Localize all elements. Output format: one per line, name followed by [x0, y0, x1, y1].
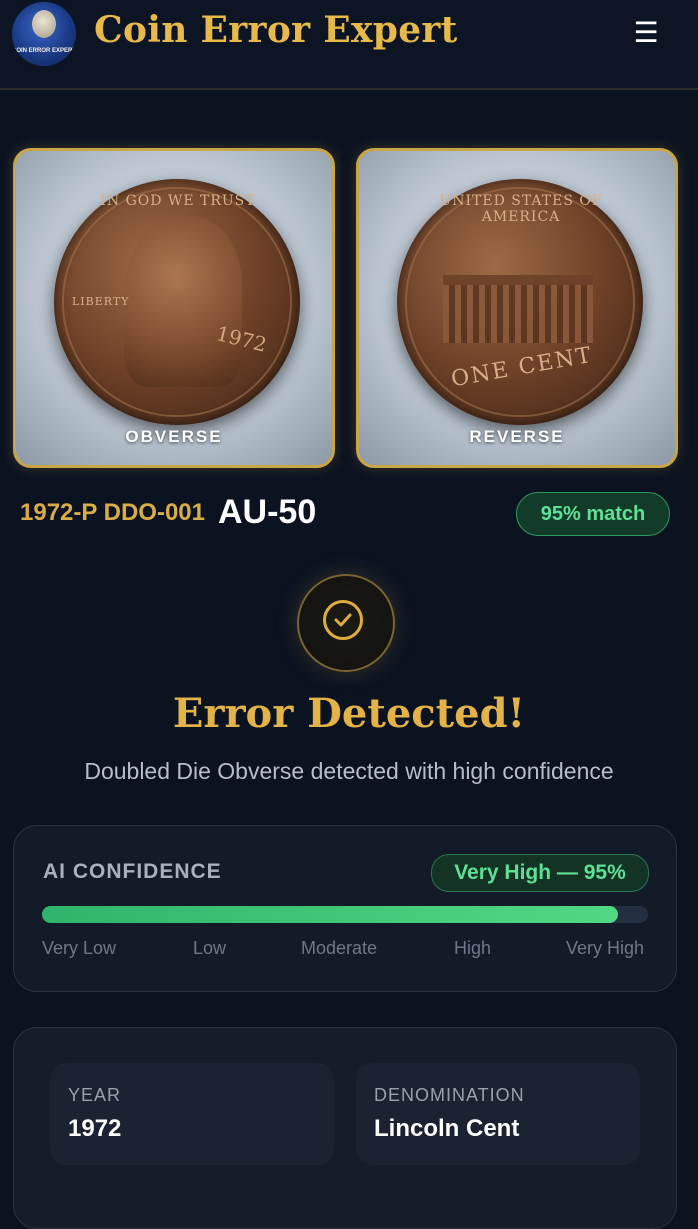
obverse-coin: IN GOD WE TRUST LIBERTY 1972: [54, 179, 300, 425]
obverse-liberty: LIBERTY: [72, 295, 130, 308]
confidence-title: AI CONFIDENCE: [43, 860, 222, 883]
reverse-label: REVERSE: [469, 427, 565, 446]
obverse-label: OBVERSE: [125, 427, 223, 446]
logo-text: COIN ERROR EXPERT: [12, 48, 76, 54]
year-field: YEAR 1972: [50, 1063, 334, 1165]
scale-label: High: [454, 938, 492, 958]
scale-label: Low: [193, 938, 227, 958]
denomination-label: DENOMINATION: [374, 1085, 525, 1105]
grade-value: AU-50: [218, 493, 317, 531]
reverse-image[interactable]: UNITED STATES OF AMERICA ONE CENT REVERS…: [356, 148, 678, 468]
obverse-legend: IN GOD WE TRUST: [100, 193, 256, 209]
logo-portrait-icon: [32, 10, 56, 38]
menu-button[interactable]: ☰: [630, 15, 662, 49]
obverse-image[interactable]: IN GOD WE TRUST LIBERTY 1972 OBVERSE: [13, 148, 335, 468]
scale-label: Very Low: [42, 938, 117, 958]
menu-icon: ☰: [633, 15, 659, 49]
check-icon: [323, 600, 363, 640]
confidence-badge: Very High — 95%: [431, 854, 649, 892]
denomination-field: DENOMINATION Lincoln Cent: [356, 1063, 640, 1165]
brand-title: Coin Error Expert: [94, 9, 458, 51]
match-badge: 95% match: [516, 492, 670, 536]
confidence-card: AI CONFIDENCE Very High — 95% Very Low L…: [13, 825, 677, 992]
year-value: 1972: [68, 1115, 122, 1142]
check-badge: [297, 574, 395, 672]
app-logo[interactable]: COIN ERROR EXPERT: [12, 2, 76, 66]
app-header: COIN ERROR EXPERT Coin Error Expert ☰: [0, 0, 698, 90]
denomination-value: Lincoln Cent: [374, 1115, 520, 1142]
error-title: Error Detected!: [172, 690, 526, 737]
scale-label: Very High: [566, 938, 645, 958]
memorial-building: [443, 275, 593, 343]
reverse-legend: UNITED STATES OF AMERICA: [439, 193, 603, 225]
lincoln-bust: [124, 217, 242, 387]
confidence-bar: [42, 906, 648, 923]
year-label: YEAR: [68, 1085, 122, 1105]
confidence-bar-fill: [42, 906, 618, 923]
reverse-coin: UNITED STATES OF AMERICA ONE CENT: [397, 179, 643, 425]
variety-code: 1972-P DDO-001: [20, 499, 205, 526]
details-card: YEAR 1972 DENOMINATION Lincoln Cent: [13, 1027, 677, 1229]
scale-label: Moderate: [301, 938, 378, 958]
error-subtitle: Doubled Die Obverse detected with high c…: [84, 758, 614, 784]
